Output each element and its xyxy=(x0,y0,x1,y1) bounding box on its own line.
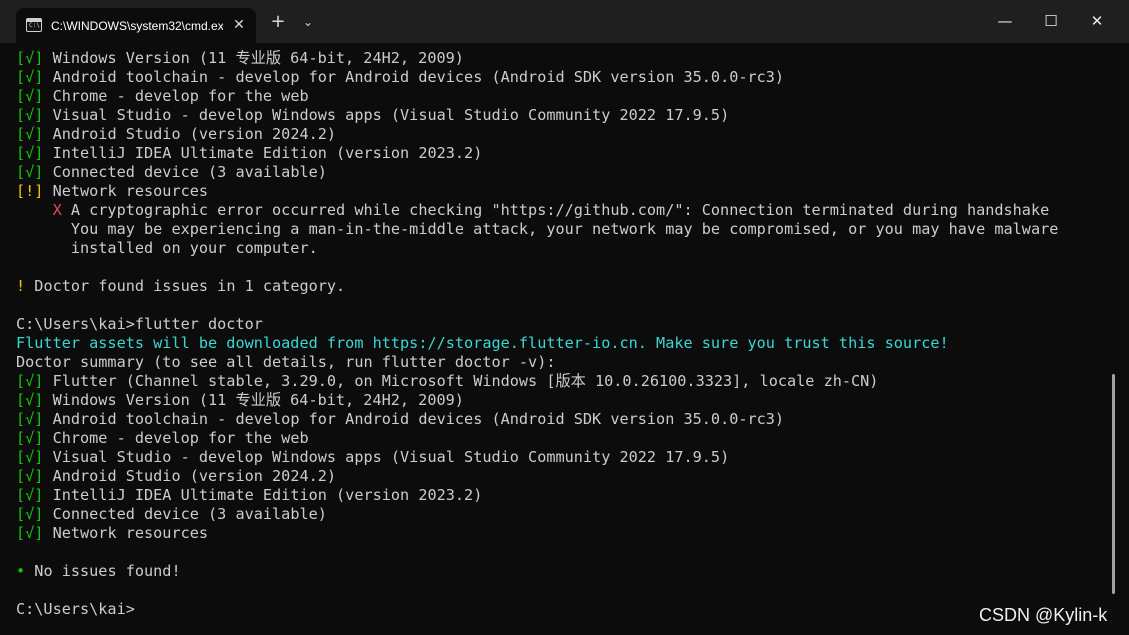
watermark: CSDN @Kylin-k xyxy=(979,605,1108,625)
console-line-text: Visual Studio - develop Windows apps (Vi… xyxy=(43,106,730,124)
console-line-prefix: [√] xyxy=(16,68,44,86)
console-line-text: Android Studio (version 2024.2) xyxy=(43,467,337,485)
console-line-prefix: [√] xyxy=(16,163,44,181)
console-line: [√] Android Studio (version 2024.2) xyxy=(16,467,1106,486)
console-line-text: Android Studio (version 2024.2) xyxy=(43,125,337,143)
console-line-text: Chrome - develop for the web xyxy=(43,87,309,105)
console-line-text: C:\Users\kai> xyxy=(16,600,135,618)
console-line: Flutter assets will be downloaded from h… xyxy=(16,334,1106,353)
console-line: C:\Users\kai>flutter doctor xyxy=(16,315,1106,334)
console-line-text: IntelliJ IDEA Ultimate Edition (version … xyxy=(43,144,483,162)
console-line-prefix: X xyxy=(16,201,62,219)
console-line: ! Doctor found issues in 1 category. xyxy=(16,277,1106,296)
console-line-text: Network resources xyxy=(43,524,209,542)
console-line-text: Visual Studio - develop Windows apps (Vi… xyxy=(43,448,730,466)
console-line: X A cryptographic error occurred while c… xyxy=(16,201,1106,220)
console-line: [√] Connected device (3 available) xyxy=(16,163,1106,182)
console-line-prefix: [√] xyxy=(16,372,44,390)
console-line-prefix: [√] xyxy=(16,410,44,428)
console-line-prefix: [√] xyxy=(16,467,44,485)
scrollbar[interactable] xyxy=(1112,374,1115,594)
console-line: [√] Android toolchain - develop for Andr… xyxy=(16,410,1106,429)
console-line: [√] Visual Studio - develop Windows apps… xyxy=(16,106,1106,125)
console-line: installed on your computer. xyxy=(16,239,1106,258)
title-bar: C:\ C:\WINDOWS\system32\cmd.exe ✕ + ⌄ — … xyxy=(0,0,1129,43)
console-line-text: A cryptographic error occurred while che… xyxy=(61,201,1050,219)
close-button[interactable]: ✕ xyxy=(1074,0,1120,43)
maximize-button[interactable]: ☐ xyxy=(1028,0,1074,43)
console-line-prefix: [√] xyxy=(16,486,44,504)
console-line-prefix: [√] xyxy=(16,49,44,67)
console-line-prefix: [√] xyxy=(16,448,44,466)
terminal-icon: C:\ xyxy=(26,18,42,32)
console-line: [!] Network resources xyxy=(16,182,1106,201)
console-line: [√] Chrome - develop for the web xyxy=(16,87,1106,106)
console-line-prefix: ! xyxy=(16,277,26,295)
console-line: [√] Windows Version (11 专业版 64-bit, 24H2… xyxy=(16,391,1106,410)
console-line: [√] IntelliJ IDEA Ultimate Edition (vers… xyxy=(16,486,1106,505)
console-line-prefix: [√] xyxy=(16,391,44,409)
console-line-prefix: [√] xyxy=(16,87,44,105)
console-line: [√] Flutter (Channel stable, 3.29.0, on … xyxy=(16,372,1106,391)
terminal-window: C:\ C:\WINDOWS\system32\cmd.exe ✕ + ⌄ — … xyxy=(0,0,1129,635)
console-line-prefix: [√] xyxy=(16,106,44,124)
console-line: You may be experiencing a man-in-the-mid… xyxy=(16,220,1106,239)
console-line: [√] Network resources xyxy=(16,524,1106,543)
console-line-prefix: [√] xyxy=(16,429,44,447)
console-line: [√] Visual Studio - develop Windows apps… xyxy=(16,448,1106,467)
console-line: [√] Connected device (3 available) xyxy=(16,505,1106,524)
console-line-text: Flutter (Channel stable, 3.29.0, on Micr… xyxy=(43,372,879,390)
minimize-button[interactable]: — xyxy=(982,0,1028,43)
console-line-prefix: [!] xyxy=(16,182,44,200)
console-line-prefix: • xyxy=(16,562,26,580)
console-line: [√] IntelliJ IDEA Ultimate Edition (vers… xyxy=(16,144,1106,163)
tab-close-icon[interactable]: ✕ xyxy=(228,14,250,36)
console-line-text: Connected device (3 available) xyxy=(43,505,327,523)
console-line: [√] Android toolchain - develop for Andr… xyxy=(16,68,1106,87)
console-line-text: You may be experiencing a man-in-the-mid… xyxy=(16,220,1059,238)
console-line-text: installed on your computer. xyxy=(16,239,318,257)
console-line-text: Doctor found issues in 1 category. xyxy=(25,277,346,295)
console-line-text: Chrome - develop for the web xyxy=(43,429,309,447)
console-line-text: IntelliJ IDEA Ultimate Edition (version … xyxy=(43,486,483,504)
console-line-prefix: [√] xyxy=(16,144,44,162)
console-output[interactable]: [√] Windows Version (11 专业版 64-bit, 24H2… xyxy=(16,49,1106,634)
tab-cmd[interactable]: C:\ C:\WINDOWS\system32\cmd.exe ✕ xyxy=(16,8,256,43)
console-line-prefix: [√] xyxy=(16,505,44,523)
console-line-text: Android toolchain - develop for Android … xyxy=(43,410,785,428)
console-line: [√] Android Studio (version 2024.2) xyxy=(16,125,1106,144)
chevron-down-icon[interactable]: ⌄ xyxy=(294,8,322,36)
console-line: C:\Users\kai> xyxy=(16,600,1106,619)
console-line-prefix: [√] xyxy=(16,524,44,542)
console-line: • No issues found! xyxy=(16,562,1106,581)
new-tab-button[interactable]: + xyxy=(264,8,292,36)
console-line-text: Android toolchain - develop for Android … xyxy=(43,68,785,86)
console-line-text: Network resources xyxy=(43,182,209,200)
console-line: [√] Chrome - develop for the web xyxy=(16,429,1106,448)
console-line-text: Doctor summary (to see all details, run … xyxy=(16,353,556,371)
console-line-text: Windows Version (11 专业版 64-bit, 24H2, 20… xyxy=(43,49,464,67)
console-line-text: Flutter assets will be downloaded from h… xyxy=(16,334,949,352)
console-line-prefix: [√] xyxy=(16,125,44,143)
tab-title: C:\WINDOWS\system32\cmd.exe xyxy=(51,19,223,33)
console-line-text: Connected device (3 available) xyxy=(43,163,327,181)
console-line-text: Windows Version (11 专业版 64-bit, 24H2, 20… xyxy=(43,391,464,409)
console-line: [√] Windows Version (11 专业版 64-bit, 24H2… xyxy=(16,49,1106,68)
console-line-text: No issues found! xyxy=(25,562,181,580)
console-line: Doctor summary (to see all details, run … xyxy=(16,353,1106,372)
console-line-text: C:\Users\kai>flutter doctor xyxy=(16,315,263,333)
